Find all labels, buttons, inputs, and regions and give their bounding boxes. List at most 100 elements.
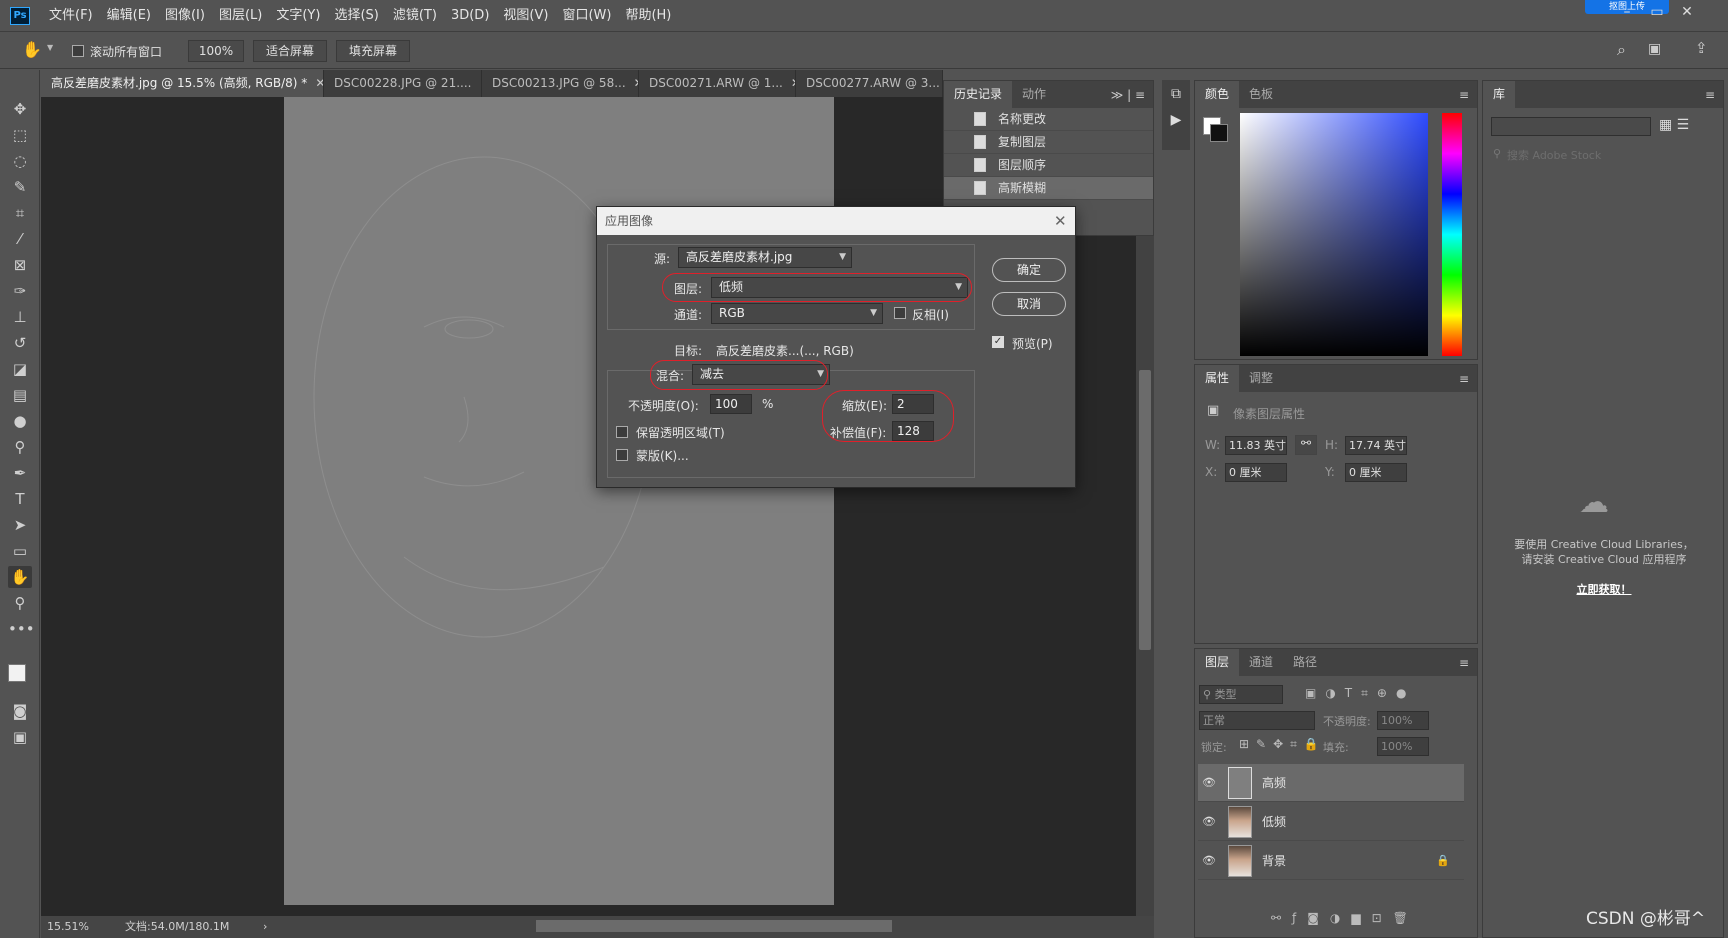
play-icon[interactable]: ▶ bbox=[1162, 112, 1190, 128]
channel-select[interactable]: RGB ▼ bbox=[711, 303, 883, 324]
panel-menu-icon[interactable]: ≡ bbox=[1459, 88, 1477, 102]
quick-mask-icon[interactable]: ◙ bbox=[8, 700, 32, 722]
zoom-tool-icon[interactable]: ⚲ bbox=[8, 592, 32, 614]
marquee-tool-icon[interactable]: ⬚ bbox=[8, 124, 32, 146]
layer-row-background[interactable]: 👁 背景 🔒 bbox=[1198, 842, 1464, 880]
x-field[interactable]: 0 厘米 bbox=[1225, 463, 1287, 482]
tab-document-4[interactable]: DSC00271.ARW @ 1...✕ bbox=[639, 70, 796, 97]
menu-select[interactable]: 选择(S) bbox=[327, 0, 385, 32]
crop-tool-icon[interactable]: ⌗ bbox=[8, 202, 32, 224]
tab-properties[interactable]: 属性 bbox=[1195, 365, 1240, 392]
stamp-tool-icon[interactable]: ⊥ bbox=[8, 306, 32, 328]
brush-tool-icon[interactable]: ✑ bbox=[8, 280, 32, 302]
opacity-field[interactable]: 100% bbox=[1377, 711, 1429, 730]
library-search-input[interactable]: 搜索 Adobe Stock bbox=[1507, 147, 1601, 163]
history-brush-tool-icon[interactable]: ↺ bbox=[8, 332, 32, 354]
more-tools-icon[interactable]: ••• bbox=[8, 618, 35, 640]
blend-mode-select[interactable]: 正常 bbox=[1199, 711, 1315, 730]
preserve-transparency-checkbox[interactable] bbox=[616, 424, 628, 438]
source-select[interactable]: 高反差磨皮素材.jpg ▼ bbox=[678, 247, 852, 268]
fit-screen-button[interactable]: 适合屏幕 bbox=[253, 40, 327, 62]
scroll-all-checkbox[interactable] bbox=[72, 43, 84, 57]
menu-filter[interactable]: 滤镜(T) bbox=[386, 0, 444, 32]
minimize-icon[interactable]: – bbox=[1612, 4, 1642, 20]
menu-3d[interactable]: 3D(D) bbox=[444, 0, 496, 32]
layer-row-high[interactable]: 👁 高频 bbox=[1198, 764, 1464, 802]
menu-image[interactable]: 图像(I) bbox=[158, 0, 212, 32]
menu-file[interactable]: 文件(F) bbox=[42, 0, 100, 32]
share-icon[interactable]: ⇪ bbox=[1695, 39, 1708, 57]
layer-row-low[interactable]: 👁 低频 bbox=[1198, 803, 1464, 841]
menu-help[interactable]: 帮助(H) bbox=[618, 0, 678, 32]
panel-menu-icon[interactable]: ≡ bbox=[1705, 88, 1723, 102]
height-field[interactable]: 17.74 英寸 bbox=[1345, 436, 1407, 455]
panel-menu-icon[interactable]: ≡ bbox=[1459, 656, 1477, 670]
history-icon[interactable]: ⧉ bbox=[1162, 86, 1190, 102]
visibility-eye-icon[interactable]: 👁 bbox=[1198, 815, 1220, 828]
tab-libraries[interactable]: 库 bbox=[1483, 81, 1516, 108]
dodge-tool-icon[interactable]: ⚲ bbox=[8, 436, 32, 458]
menu-edit[interactable]: 编辑(E) bbox=[100, 0, 158, 32]
workspace-icon[interactable]: ▣ bbox=[1648, 41, 1661, 57]
tab-swatches[interactable]: 色板 bbox=[1239, 81, 1283, 108]
menu-layer[interactable]: 图层(L) bbox=[212, 0, 269, 32]
foreground-color-swatch[interactable] bbox=[8, 664, 26, 682]
width-field[interactable]: 11.83 英寸 bbox=[1225, 436, 1287, 455]
invert-checkbox[interactable] bbox=[894, 305, 906, 319]
ok-button[interactable]: 确定 bbox=[992, 258, 1066, 282]
history-item[interactable]: 名称更改 bbox=[944, 108, 1153, 131]
chevron-right-icon[interactable]: › bbox=[263, 916, 267, 938]
filter-icons[interactable]: ▣◑T⌗⊕● bbox=[1305, 686, 1415, 701]
cancel-button[interactable]: 取消 bbox=[992, 292, 1066, 316]
eraser-tool-icon[interactable]: ◪ bbox=[8, 358, 32, 380]
screen-mode-icon[interactable]: ▣ bbox=[8, 726, 32, 748]
vertical-scroll-thumb[interactable] bbox=[1139, 370, 1151, 650]
path-select-tool-icon[interactable]: ➤ bbox=[8, 514, 32, 536]
rectangle-tool-icon[interactable]: ▭ bbox=[8, 540, 32, 562]
panel-menu-icon[interactable]: ≡ bbox=[1459, 372, 1477, 386]
pen-tool-icon[interactable]: ✒ bbox=[8, 462, 32, 484]
grid-view-icon[interactable]: ▦ ☰ bbox=[1659, 117, 1689, 133]
maximize-icon[interactable]: ▭ bbox=[1642, 4, 1672, 20]
background-color-swatch[interactable] bbox=[1210, 124, 1228, 142]
close-icon[interactable]: ✕ bbox=[1672, 4, 1702, 20]
type-tool-icon[interactable]: T bbox=[8, 488, 32, 510]
visibility-eye-icon[interactable]: 👁 bbox=[1198, 854, 1220, 867]
tab-document-1[interactable]: 高反差磨皮素材.jpg @ 15.5% (高频, RGB/8) * ✕ bbox=[41, 70, 324, 97]
get-it-now-link[interactable]: 立即获取！ bbox=[1511, 581, 1697, 597]
menu-type[interactable]: 文字(Y) bbox=[269, 0, 327, 32]
zoom-level[interactable]: 15.51% bbox=[47, 916, 89, 938]
move-tool-icon[interactable]: ✥ bbox=[8, 98, 32, 120]
fill-field[interactable]: 100% bbox=[1377, 737, 1429, 756]
tab-color[interactable]: 颜色 bbox=[1195, 81, 1240, 108]
preview-checkbox[interactable]: ✓ bbox=[992, 336, 1004, 348]
tab-document-2[interactable]: DSC00228.JPG @ 21....✕ bbox=[324, 70, 482, 97]
menu-view[interactable]: 视图(V) bbox=[496, 0, 555, 32]
hand-tool-icon[interactable]: ✋ bbox=[8, 566, 32, 588]
tab-paths[interactable]: 路径 bbox=[1283, 649, 1327, 676]
tab-document-3[interactable]: DSC00213.JPG @ 58...✕ bbox=[482, 70, 639, 97]
tab-history[interactable]: 历史记录 bbox=[944, 81, 1013, 108]
quick-select-tool-icon[interactable]: ✎ bbox=[8, 176, 32, 198]
hand-tool-icon[interactable]: ✋ bbox=[22, 40, 42, 59]
mask-checkbox[interactable] bbox=[616, 447, 628, 461]
panel-menu-icon[interactable]: ≫ | ≡ bbox=[1111, 88, 1153, 102]
gradient-tool-icon[interactable]: ▤ bbox=[8, 384, 32, 406]
close-icon[interactable]: ✕ bbox=[315, 76, 323, 90]
frame-tool-icon[interactable]: ⊠ bbox=[8, 254, 32, 276]
tab-document-5[interactable]: DSC00277.ARW @ 3...✕ bbox=[796, 70, 943, 97]
fill-screen-button[interactable]: 填充屏幕 bbox=[336, 40, 410, 62]
blur-tool-icon[interactable]: ● bbox=[8, 410, 32, 432]
tab-channels[interactable]: 通道 bbox=[1239, 649, 1283, 676]
layer-filter-select[interactable]: ⚲ 类型 bbox=[1199, 685, 1283, 704]
horizontal-scroll-thumb[interactable] bbox=[536, 920, 892, 932]
zoom-100-button[interactable]: 100% bbox=[188, 40, 244, 62]
close-icon[interactable]: ✕ bbox=[1054, 212, 1067, 230]
y-field[interactable]: 0 厘米 bbox=[1345, 463, 1407, 482]
lasso-tool-icon[interactable]: ◌ bbox=[8, 150, 32, 172]
lock-icons[interactable]: ⊞✎✥⌗🔒 bbox=[1239, 737, 1326, 752]
hue-slider[interactable] bbox=[1442, 113, 1462, 356]
visibility-eye-icon[interactable]: 👁 bbox=[1198, 776, 1220, 789]
history-item[interactable]: 图层顺序 bbox=[944, 154, 1153, 177]
link-icon[interactable]: ⚯ bbox=[1295, 435, 1317, 455]
